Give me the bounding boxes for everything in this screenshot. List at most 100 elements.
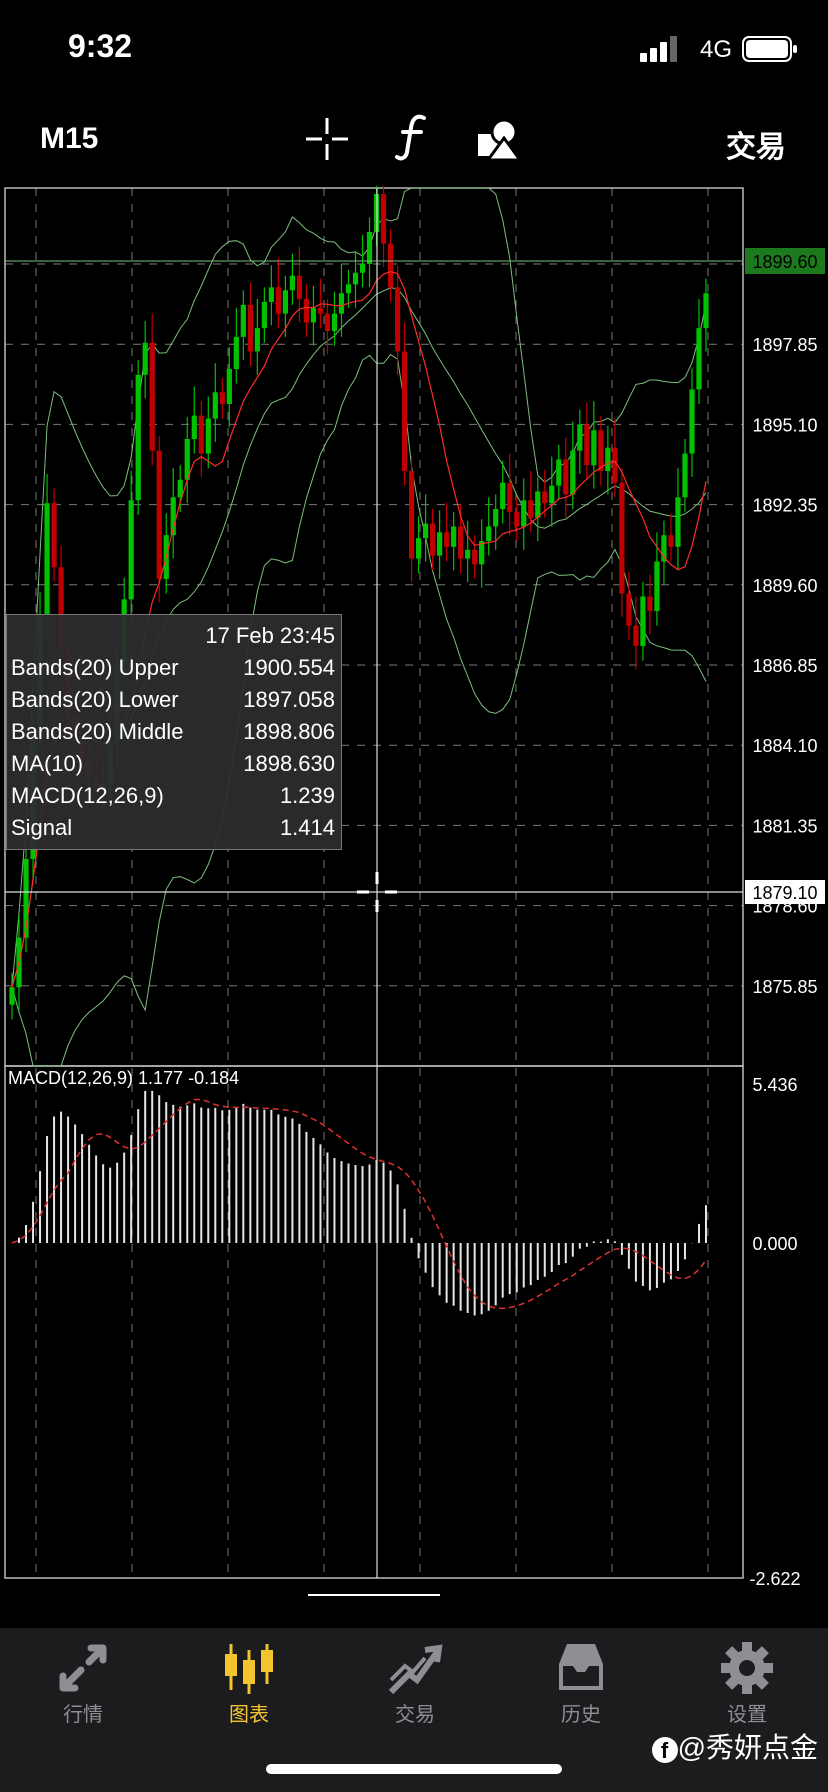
macd-histogram	[11, 1090, 707, 1316]
candle-body	[212, 392, 218, 419]
row-name: MA(10)	[11, 751, 84, 776]
macd-chart-frame	[4, 1065, 744, 1579]
candle-body	[317, 307, 324, 314]
settings-icon	[721, 1642, 773, 1694]
price-chart[interactable]: 1900.601897.851895.101892.351889.601886.…	[0, 186, 828, 1596]
crosshair-time-label: 17 Feb 23:45	[318, 1594, 430, 1615]
row-value: 1898.630	[243, 751, 335, 776]
crosshair-price-label: 1879.10	[752, 883, 817, 903]
price-tick-label: 1889.60	[752, 576, 817, 596]
indicators-icon[interactable]	[394, 112, 434, 162]
candle-body	[338, 293, 345, 314]
candle-body	[654, 561, 660, 612]
row-value: 1900.554	[243, 655, 335, 680]
price-tick-label: 1895.10	[752, 415, 817, 435]
candle-body	[528, 500, 534, 518]
candle-body	[226, 368, 232, 404]
candle-body	[198, 415, 204, 454]
candle-body	[577, 424, 583, 451]
current-price-label: 1899.60	[752, 252, 817, 272]
candle-body	[563, 459, 569, 495]
data-window-row: Bands(20) Upper 1900.554	[11, 655, 335, 685]
candle-body	[275, 287, 281, 314]
data-window: 17 Feb 23:45 Bands(20) Upper 1900.554 Ba…	[6, 614, 342, 850]
candle-body	[128, 500, 134, 600]
candle-body	[430, 523, 436, 556]
candle-body	[296, 275, 303, 299]
candle-body	[570, 450, 576, 495]
data-window-row: Bands(20) Middle 1898.806	[11, 719, 335, 749]
time-tick-label: 17 Feb 1	[221, 1594, 296, 1596]
candle-body	[303, 298, 310, 323]
row-name: MACD(12,26,9)	[11, 783, 164, 808]
candle-body	[598, 430, 604, 472]
candle-body	[465, 549, 471, 559]
candle-body	[500, 482, 506, 509]
tab-history[interactable]: 历史	[498, 1628, 664, 1748]
price-tick-label: 1875.85	[752, 977, 817, 997]
signal-strength-icon	[640, 36, 677, 62]
battery-icon	[742, 36, 797, 62]
candle-body	[394, 287, 401, 352]
row-name: Bands(20) Middle	[11, 719, 184, 744]
candle-body	[247, 304, 253, 352]
row-value: 1897.058	[243, 687, 335, 712]
candle-body	[493, 508, 499, 527]
candle-body	[366, 231, 373, 264]
tab-label: 行情	[63, 1704, 103, 1726]
candle-body	[345, 284, 352, 294]
trade-button[interactable]: 交易	[726, 122, 786, 166]
time-tick-label: Feb 01:30	[449, 1594, 535, 1596]
objects-icon[interactable]	[476, 118, 522, 162]
facebook-icon: f	[651, 1736, 678, 1763]
timeframe-button[interactable]: M15	[40, 122, 98, 156]
candle-body	[254, 328, 260, 352]
watermark-text: @秀妍点金	[677, 1732, 818, 1763]
candle-body	[458, 526, 464, 559]
candle-body	[472, 549, 478, 565]
data-window-date: 17 Feb 23:45	[205, 623, 335, 648]
row-value: 1.414	[279, 815, 335, 840]
candle-body	[437, 532, 443, 556]
candle-body	[359, 264, 366, 273]
tab-chart[interactable]: 图表	[166, 1628, 332, 1748]
macd-tick-label: 0.000	[752, 1234, 797, 1254]
candle-body	[507, 482, 513, 512]
candle-body	[135, 374, 141, 501]
price-tick-label: 1897.85	[752, 335, 817, 355]
tab-label: 图表	[229, 1704, 269, 1726]
tab-label: 设置	[727, 1704, 767, 1726]
candle-body	[451, 526, 457, 547]
candle-body	[647, 596, 653, 612]
candle-body	[633, 625, 639, 647]
candle-body	[549, 485, 555, 504]
trade-icon	[388, 1644, 443, 1695]
row-value: 1.239	[279, 783, 335, 808]
macd-tick-label: -2.622	[749, 1569, 800, 1589]
candle-body	[486, 526, 492, 542]
tab-quotes[interactable]: 行情	[0, 1628, 166, 1748]
network-type: 4G	[699, 36, 732, 63]
home-indicator	[266, 1764, 562, 1774]
candle-body	[191, 415, 197, 439]
candle-body	[444, 532, 450, 547]
candle-body	[324, 313, 331, 332]
time-tick-label: 17 Feb 08:30	[40, 1594, 152, 1596]
candle-body	[703, 293, 709, 329]
candle-body	[696, 328, 702, 390]
row-name: Signal	[11, 815, 73, 840]
candle-body	[675, 497, 681, 547]
candle-body	[310, 307, 317, 323]
price-tick-label: 1886.85	[752, 656, 817, 676]
data-window-row: MA(10) 1898.630	[11, 751, 335, 781]
tab-trade[interactable]: 交易	[332, 1628, 498, 1748]
candle-body	[605, 447, 611, 472]
crosshair-icon[interactable]	[306, 118, 348, 160]
macd-signal-line	[11, 1098, 707, 1310]
candle-body	[408, 471, 415, 559]
candle-body	[219, 392, 225, 404]
upper-band-line	[11, 187, 707, 988]
candle-body	[289, 275, 296, 291]
candle-body	[380, 194, 387, 244]
candle-body	[626, 593, 632, 626]
